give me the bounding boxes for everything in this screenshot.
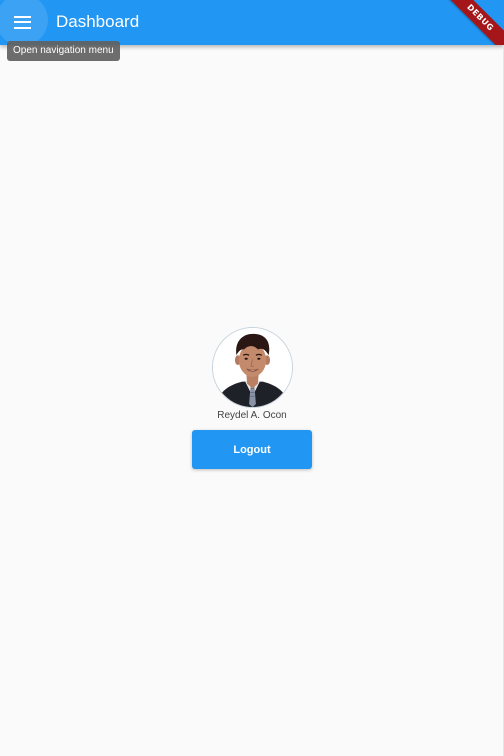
app-bar: Dashboard DEBUG [0, 0, 504, 45]
user-name: Reydel A. Ocon [217, 410, 287, 421]
profile-section: Reydel A. Ocon Logout [0, 327, 504, 469]
menu-tooltip: Open navigation menu [7, 41, 120, 61]
page-title: Dashboard [56, 12, 140, 31]
debug-banner: DEBUG [438, 0, 504, 45]
open-navigation-menu-button[interactable] [0, 0, 48, 45]
avatar [211, 327, 293, 408]
menu-icon [13, 15, 32, 30]
profile-photo [212, 328, 292, 407]
logout-button[interactable]: Logout [192, 430, 312, 469]
